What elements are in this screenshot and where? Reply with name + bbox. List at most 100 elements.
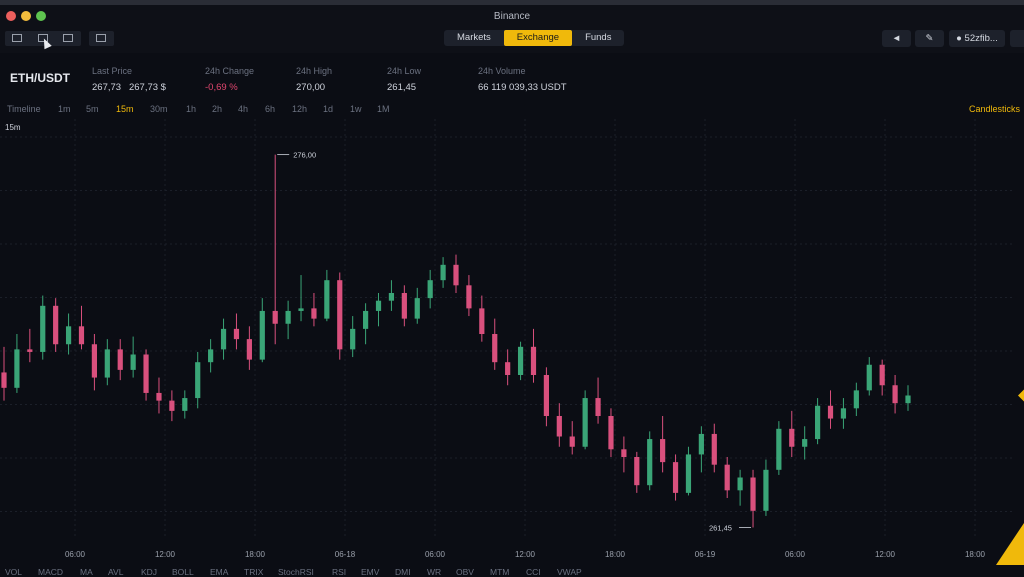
x-tick-label: 18:00 xyxy=(605,550,626,559)
candle-body xyxy=(763,469,769,511)
indicator-rsi[interactable]: RSI xyxy=(332,567,346,577)
more-button[interactable] xyxy=(1010,30,1024,47)
candle-body xyxy=(866,364,872,391)
interval-timeline[interactable]: Timeline xyxy=(7,104,41,114)
interval-30m[interactable]: 30m xyxy=(150,104,168,114)
layout-left-icon[interactable] xyxy=(12,34,22,42)
candle-body xyxy=(802,439,808,447)
candle-body xyxy=(892,385,898,404)
candle-body xyxy=(143,354,149,393)
tab-funds[interactable]: Funds xyxy=(572,30,624,46)
candle-body xyxy=(595,398,601,416)
candle-body xyxy=(208,349,214,363)
candle-body xyxy=(401,293,407,319)
candle-body xyxy=(14,349,20,388)
interval-1h[interactable]: 1h xyxy=(186,104,196,114)
low-24h: 24h Low 261,45 xyxy=(387,66,421,93)
volume-value: 66 119 039,33 USDT xyxy=(478,82,567,93)
high-24h: 24h High 270,00 xyxy=(296,66,332,93)
volume-label: 24h Volume xyxy=(478,66,526,76)
candle-body xyxy=(672,462,679,493)
corner-accent xyxy=(996,523,1024,565)
candle-body xyxy=(685,454,692,493)
candle-body xyxy=(466,285,472,309)
indicator-boll[interactable]: BOLL xyxy=(172,567,194,577)
x-tick-label: 06-19 xyxy=(695,550,716,559)
interval-2h[interactable]: 2h xyxy=(212,104,222,114)
interval-12h[interactable]: 12h xyxy=(292,104,307,114)
interval-5m[interactable]: 5m xyxy=(86,104,99,114)
candle-body xyxy=(737,477,743,491)
candle-body xyxy=(479,308,485,334)
indicator-trix[interactable]: TRIX xyxy=(244,567,263,577)
candle-body xyxy=(40,305,46,352)
indicator-cci[interactable]: CCI xyxy=(526,567,541,577)
candle-body xyxy=(530,346,537,375)
candle-body xyxy=(569,436,575,447)
trading-pair[interactable]: ETH/USDT xyxy=(10,71,70,85)
candle-body xyxy=(879,364,885,386)
interval-1w[interactable]: 1w xyxy=(350,104,362,114)
indicator-vol[interactable]: VOL xyxy=(5,567,22,577)
toolbar: Markets Exchange Funds ◄ ✎ ● 52zfib... xyxy=(0,27,1024,53)
candle-body xyxy=(285,310,291,324)
indicator-obv[interactable]: OBV xyxy=(456,567,474,577)
indicator-emv[interactable]: EMV xyxy=(361,567,379,577)
interval-1d[interactable]: 1d xyxy=(323,104,333,114)
high-label: 24h High xyxy=(296,66,333,76)
interval-1m[interactable]: 1m xyxy=(58,104,71,114)
candle-body xyxy=(337,280,343,350)
chart-interval-label: 15m xyxy=(5,123,21,132)
indicator-kdj[interactable]: KDJ xyxy=(141,567,157,577)
interval-1M[interactable]: 1M xyxy=(377,104,390,114)
pencil-icon: ✎ xyxy=(925,33,934,44)
announcements-button[interactable]: ◄ xyxy=(882,30,911,47)
indicator-stochrsi[interactable]: StochRSI xyxy=(278,567,314,577)
indicator-vwap[interactable]: VWAP xyxy=(557,567,582,577)
candle-body xyxy=(246,339,252,360)
candle-body xyxy=(440,264,446,281)
low-label: 24h Low xyxy=(387,66,422,76)
candle-body xyxy=(375,300,382,311)
last-price-value: 267,73 xyxy=(92,82,122,93)
candle-body xyxy=(621,449,627,457)
indicator-dmi[interactable]: DMI xyxy=(395,567,411,577)
candle-body xyxy=(505,362,511,375)
indicator-macd[interactable]: MACD xyxy=(38,567,63,577)
indicator-ema[interactable]: EMA xyxy=(210,567,228,577)
candle-body xyxy=(27,349,33,352)
indicator-wr[interactable]: WR xyxy=(427,567,441,577)
interval-4h[interactable]: 4h xyxy=(238,104,248,114)
change-24h: 24h Change -0,69 % xyxy=(205,66,254,93)
candle-body xyxy=(905,395,911,404)
indicator-mtm[interactable]: MTM xyxy=(490,567,509,577)
last-price-usd: 267,73 $ xyxy=(128,82,166,93)
interval-6h[interactable]: 6h xyxy=(265,104,275,114)
edit-button[interactable]: ✎ xyxy=(915,30,944,47)
main-tabs: Markets Exchange Funds xyxy=(444,30,625,46)
interval-15m[interactable]: 15m xyxy=(116,104,134,114)
price-chart[interactable]: 15m 276,00 261,45 06:00 12:00 18:00 06-18 06:00… xyxy=(0,119,1024,565)
candle-body xyxy=(827,405,834,419)
indicator-avl[interactable]: AVL xyxy=(108,567,123,577)
candle-body xyxy=(220,328,227,350)
account-button[interactable]: ● 52zfib... xyxy=(949,30,1005,47)
x-tick-label: 06:00 xyxy=(425,550,446,559)
x-tick-label: 18:00 xyxy=(965,550,986,559)
x-tick-label: 12:00 xyxy=(515,550,536,559)
chart-type-selector[interactable]: Candlesticks xyxy=(969,104,1020,114)
candle-body xyxy=(233,328,240,340)
candle-body xyxy=(556,416,562,437)
layout-right-icon[interactable] xyxy=(63,34,73,42)
window-title: Binance xyxy=(493,11,531,22)
current-price-marker xyxy=(1018,389,1024,402)
tab-markets[interactable]: Markets xyxy=(444,30,504,46)
candle-body xyxy=(427,280,433,299)
candle-body xyxy=(298,308,304,311)
candle-body xyxy=(853,390,859,409)
indicator-ma[interactable]: MA xyxy=(80,567,93,577)
windows-button[interactable] xyxy=(89,31,114,46)
candle-body xyxy=(324,280,330,319)
tab-exchange[interactable]: Exchange xyxy=(503,30,573,46)
x-tick-label: 12:00 xyxy=(155,550,176,559)
